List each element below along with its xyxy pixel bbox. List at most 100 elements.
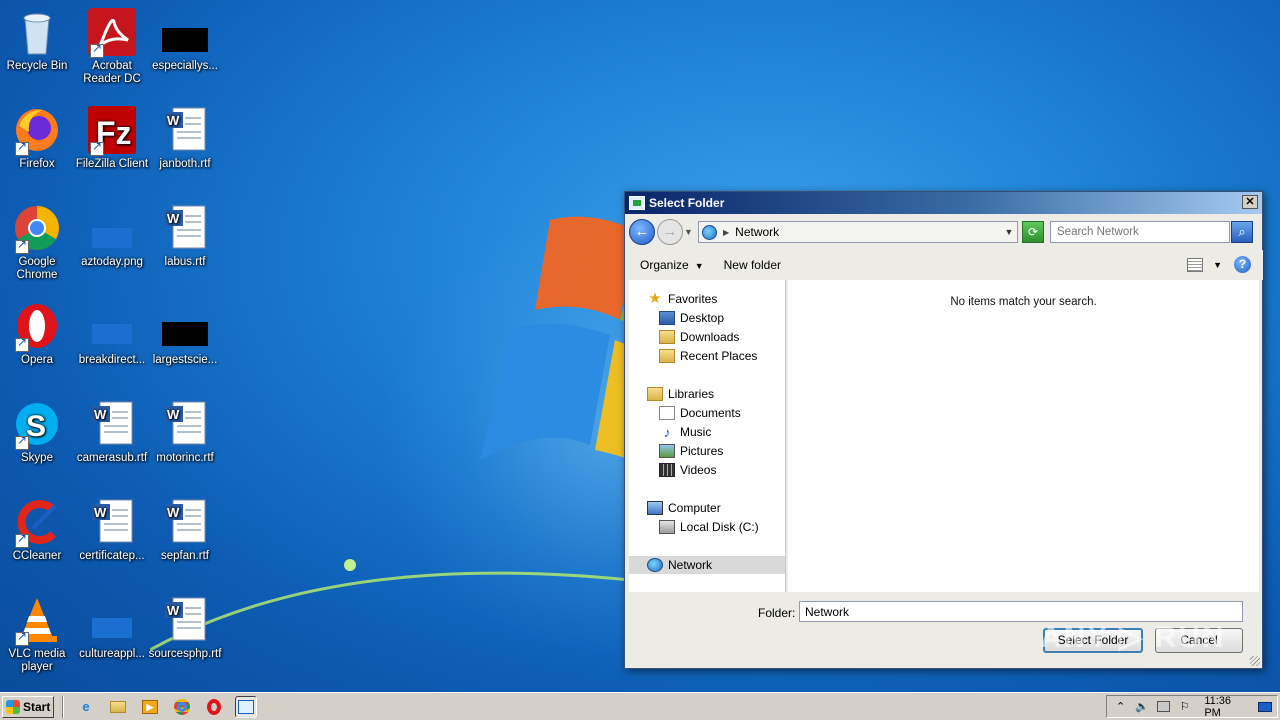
desktop-icon-firefox[interactable]: Firefox: [0, 106, 74, 171]
search-input[interactable]: [1050, 221, 1230, 243]
wallpaper-swoosh: [150, 559, 631, 652]
address-dropdown-icon[interactable]: ▼: [1001, 227, 1017, 237]
desktop-icon-camerasub[interactable]: W camerasub.rtf: [75, 400, 149, 465]
breadcrumb-arrow-icon[interactable]: ▶: [723, 228, 729, 237]
desktop-icon-opera[interactable]: Opera: [0, 302, 74, 367]
command-toolbar: Organize ▼ New folder ▼ ?: [626, 250, 1263, 280]
desktop-icon-motorinc[interactable]: W motorinc.rtf: [148, 400, 222, 465]
shortcut-arrow-icon: [15, 532, 29, 548]
dialog-app-icon: [629, 196, 645, 210]
file-explorer-icon[interactable]: [107, 696, 129, 718]
organize-button[interactable]: Organize ▼: [640, 258, 704, 272]
nav-label: Pictures: [680, 444, 724, 458]
action-center-flag-icon[interactable]: ⚐: [1178, 700, 1191, 714]
network-status-icon[interactable]: [1157, 700, 1170, 714]
desktop-icon-label: janboth.rtf: [159, 158, 211, 170]
desktop-icon-label: Firefox: [19, 158, 55, 170]
svg-text:W: W: [167, 505, 180, 520]
svg-text:W: W: [94, 505, 107, 520]
nav-libraries[interactable]: Libraries: [647, 385, 714, 403]
desktop-icon-label: Opera: [21, 354, 53, 366]
desktop-icon-labus[interactable]: W labus.rtf: [148, 204, 222, 269]
desktop-icon-label: certificatep...: [79, 550, 145, 562]
nav-downloads[interactable]: Downloads: [659, 328, 739, 346]
shortcut-arrow-icon: [90, 42, 104, 58]
nav-desktop[interactable]: Desktop: [659, 309, 724, 327]
empty-message: No items match your search.: [950, 296, 1097, 308]
nav-documents[interactable]: Documents: [659, 404, 741, 422]
desktop-icon-recycle-bin[interactable]: Recycle Bin: [0, 8, 74, 73]
search-icon[interactable]: ⌕: [1231, 221, 1253, 243]
view-controls: ▼ ?: [1187, 256, 1251, 273]
refresh-button[interactable]: ⟳: [1022, 221, 1044, 243]
desktop-icon-certificatep[interactable]: W certificatep...: [75, 498, 149, 563]
desktop-icon-breakdirect[interactable]: breakdirect...: [75, 302, 149, 367]
desktop-icon: [659, 311, 675, 325]
address-bar[interactable]: ▶ Network ▼: [698, 221, 1018, 243]
desktop-icon-label: cultureappl...: [79, 648, 145, 660]
network-icon: [702, 224, 717, 240]
nav-favorites[interactable]: ★ Favorites: [647, 290, 717, 308]
clock[interactable]: 11:36 PM: [1204, 695, 1248, 719]
new-folder-button[interactable]: New folder: [724, 258, 781, 272]
chrome-taskbar-icon[interactable]: [171, 696, 193, 718]
select-folder-taskbar-button[interactable]: [235, 695, 257, 718]
black-file-icon: [161, 8, 209, 56]
desktop-icon-aztoday[interactable]: aztoday.png: [75, 204, 149, 269]
nav-label: Computer: [668, 501, 721, 515]
desktop-icon-label: sourcesphp.rtf: [148, 648, 222, 660]
file-list-pane[interactable]: No items match your search.: [788, 280, 1259, 592]
desktop-icon-especiallys[interactable]: especiallys...: [148, 8, 222, 73]
nav-label: Libraries: [668, 387, 715, 401]
desktop-icon-cultureappl[interactable]: cultureappl...: [75, 596, 149, 661]
taskbar-separator: [62, 695, 64, 718]
back-button[interactable]: ←: [629, 219, 655, 245]
view-options-dropdown-icon[interactable]: ▼: [1213, 260, 1222, 270]
desktop-icon-skype[interactable]: S Skype: [0, 400, 74, 465]
word-document-icon: W: [161, 498, 209, 546]
windows-flag-icon: [6, 699, 20, 714]
show-desktop-icon[interactable]: [1257, 700, 1272, 714]
nav-computer[interactable]: Computer: [647, 499, 721, 517]
desktop-icon-filezilla[interactable]: Fz FileZilla Client: [75, 106, 149, 171]
desktop-icon-sepfan[interactable]: W sepfan.rtf: [148, 498, 222, 563]
taskbar: Start e ▶ ⌃ 🔈 ⚐ 11:36 PM: [0, 692, 1280, 720]
shortcut-arrow-icon: [15, 336, 29, 352]
media-player-icon[interactable]: ▶: [139, 696, 161, 718]
dialog-title-bar[interactable]: Select Folder ✕: [625, 192, 1262, 214]
desktop-icon-google-chrome[interactable]: Google Chrome: [0, 204, 74, 282]
nav-pictures[interactable]: Pictures: [659, 442, 723, 460]
navigation-pane: ★ Favorites Desktop Downloads Recent Plac…: [629, 280, 786, 592]
desktop-icon-janboth[interactable]: W janboth.rtf: [148, 106, 222, 171]
vlc-cone-icon: [13, 596, 61, 646]
nav-network[interactable]: Network: [629, 556, 785, 574]
dialog-title: Select Folder: [649, 196, 725, 210]
filezilla-icon: Fz: [88, 106, 136, 156]
desktop-icon-ccleaner[interactable]: CCleaner: [0, 498, 74, 563]
desktop-icon-label: sepfan.rtf: [161, 550, 209, 562]
desktop-icon-sourcesphp[interactable]: W sourcesphp.rtf: [148, 596, 222, 661]
desktop-icon-vlc[interactable]: VLC media player: [0, 596, 74, 674]
volume-icon[interactable]: 🔈: [1135, 700, 1149, 714]
system-tray: ⌃ 🔈 ⚐ 11:36 PM: [1106, 695, 1278, 719]
start-button[interactable]: Start: [2, 695, 54, 718]
change-view-icon[interactable]: [1187, 257, 1204, 272]
desktop-icon-label: VLC media player: [8, 648, 66, 673]
recent-pages-dropdown-icon[interactable]: ▼: [684, 227, 694, 237]
folder-input[interactable]: [799, 601, 1243, 622]
nav-local-disk[interactable]: Local Disk (C:): [659, 518, 759, 536]
forward-button[interactable]: →: [657, 219, 683, 245]
close-button[interactable]: ✕: [1242, 195, 1258, 209]
nav-music[interactable]: ♪ Music: [659, 423, 712, 441]
shortcut-arrow-icon: [15, 630, 29, 646]
opera-taskbar-icon[interactable]: [203, 696, 225, 718]
resize-grip[interactable]: [1250, 656, 1260, 666]
desktop-icon-largestscie[interactable]: largestscie...: [148, 302, 222, 367]
show-hidden-icons-icon[interactable]: ⌃: [1114, 700, 1127, 714]
help-icon[interactable]: ?: [1234, 256, 1251, 273]
desktop-icon-acrobat-reader[interactable]: Acrobat Reader DC: [75, 8, 149, 86]
nav-videos[interactable]: Videos: [659, 461, 716, 479]
nav-label: Desktop: [680, 311, 725, 325]
nav-recent-places[interactable]: Recent Places: [659, 347, 757, 365]
internet-explorer-icon[interactable]: e: [75, 696, 97, 718]
